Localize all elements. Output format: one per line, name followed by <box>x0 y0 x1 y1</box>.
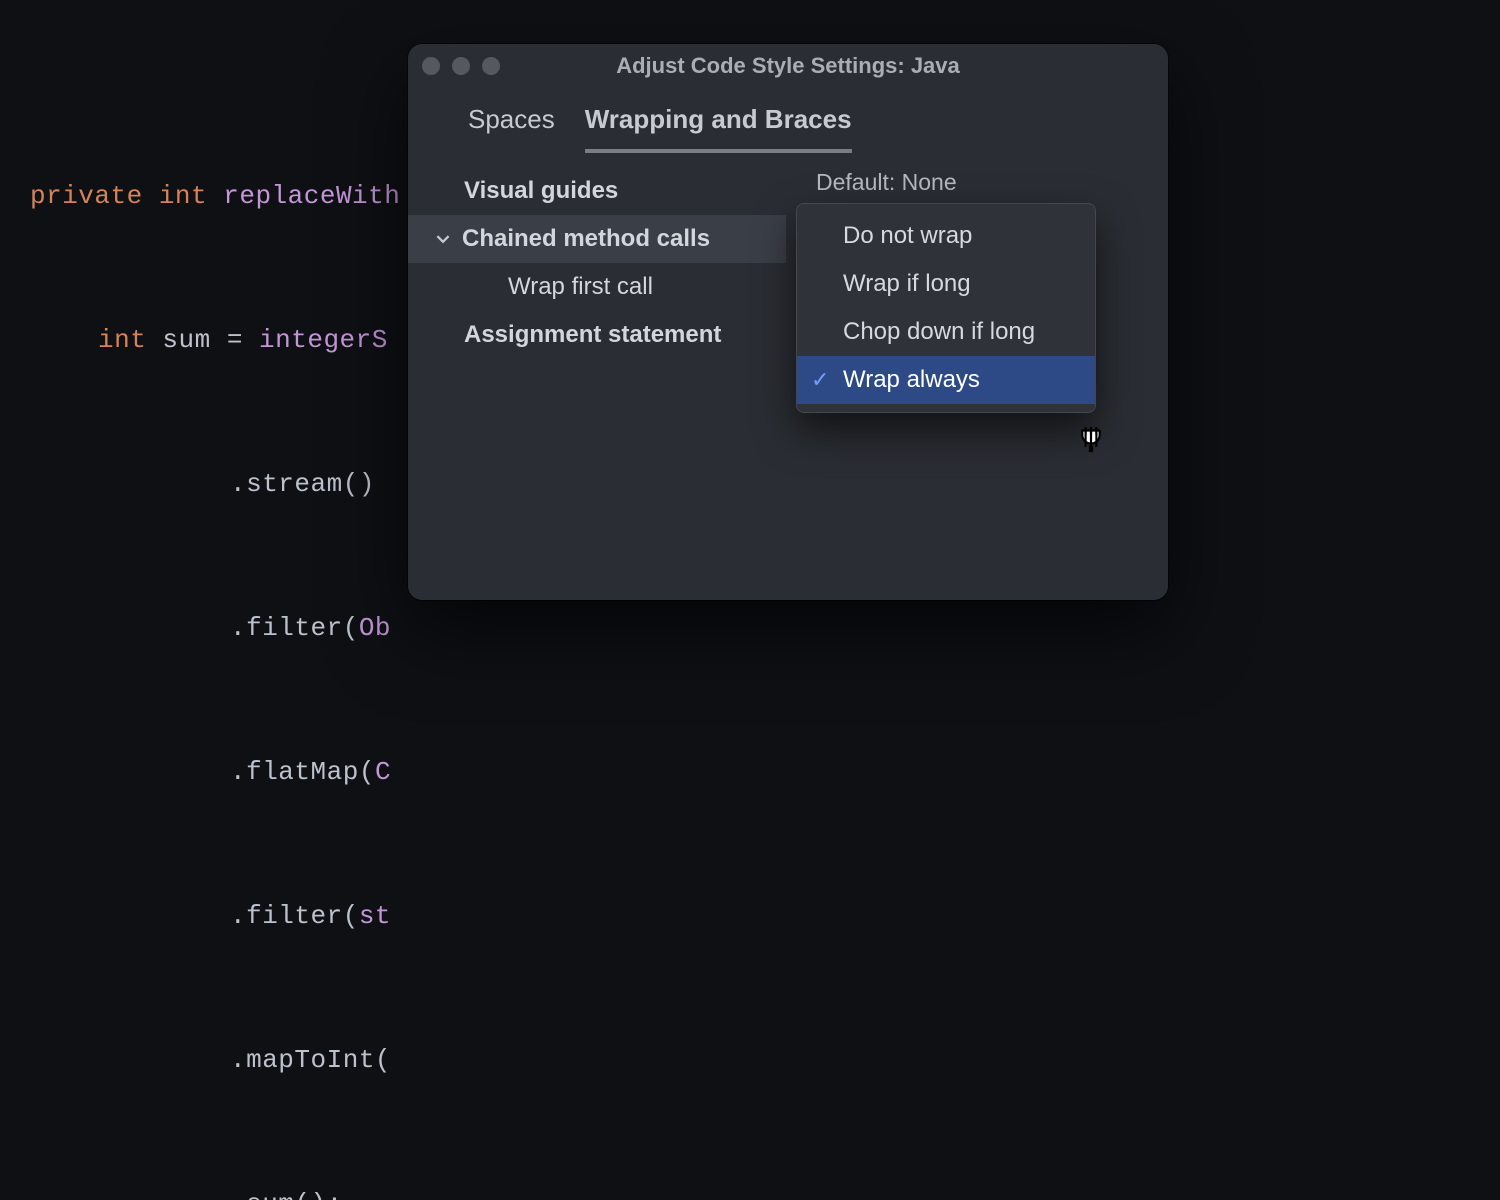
tree-item-label: Chained method calls <box>462 225 710 253</box>
tree-item-label: Visual guides <box>464 177 618 205</box>
default-value-label: Default: None <box>816 169 1168 206</box>
dropdown-option-chop-down-if-long[interactable]: Chop down if long <box>797 308 1095 356</box>
tree-item-label: Assignment statement <box>464 321 721 349</box>
dropdown-option-wrap-always[interactable]: ✓ Wrap always <box>797 356 1095 404</box>
dropdown-option-label: Do not wrap <box>843 222 972 250</box>
dialog-titlebar[interactable]: Adjust Code Style Settings: Java <box>408 44 1168 88</box>
tab-spaces[interactable]: Spaces <box>468 104 555 153</box>
window-controls <box>422 57 500 75</box>
tree-item-label: Wrap first call <box>508 273 653 301</box>
dialog-title: Adjust Code Style Settings: Java <box>408 53 1168 79</box>
dropdown-option-wrap-if-long[interactable]: Wrap if long <box>797 260 1095 308</box>
code-line: .filter(Ob <box>0 604 1500 652</box>
tree-item-visual-guides[interactable]: Visual guides <box>408 167 786 215</box>
chevron-down-icon <box>434 230 452 248</box>
window-close-button[interactable] <box>422 57 440 75</box>
wrap-mode-dropdown: Do not wrap Wrap if long Chop down if lo… <box>796 203 1096 413</box>
code-line: .mapToInt( <box>0 1036 1500 1084</box>
tree-item-assignment-statement[interactable]: Assignment statement <box>408 311 786 359</box>
window-zoom-button[interactable] <box>482 57 500 75</box>
tree-item-wrap-first-call[interactable]: Wrap first call <box>408 263 786 311</box>
dropdown-option-do-not-wrap[interactable]: Do not wrap <box>797 212 1095 260</box>
dropdown-option-label: Wrap always <box>843 366 980 394</box>
code-line: .flatMap(C <box>0 748 1500 796</box>
tab-wrapping-and-braces[interactable]: Wrapping and Braces <box>585 104 852 153</box>
dropdown-option-label: Wrap if long <box>843 270 971 298</box>
checkmark-icon: ✓ <box>811 367 829 393</box>
dropdown-option-label: Chop down if long <box>843 318 1035 346</box>
window-minimize-button[interactable] <box>452 57 470 75</box>
code-line: .filter(st <box>0 892 1500 940</box>
tree-item-chained-method-calls[interactable]: Chained method calls <box>408 215 786 263</box>
code-line: .sum(); <box>0 1180 1500 1200</box>
dialog-tabs: Spaces Wrapping and Braces <box>408 88 1168 153</box>
settings-value-column: Default: None Do not wrap Wrap if long C… <box>786 167 1168 359</box>
settings-tree: Visual guides Chained method calls Wrap … <box>408 167 786 359</box>
code-style-dialog: Adjust Code Style Settings: Java Spaces … <box>408 44 1168 600</box>
